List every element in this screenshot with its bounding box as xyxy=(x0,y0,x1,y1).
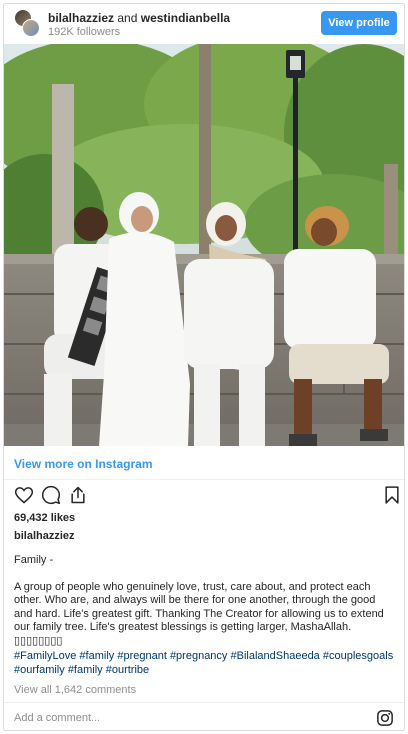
hashtag-link[interactable]: #pregnant xyxy=(117,650,167,662)
view-profile-button[interactable]: View profile xyxy=(321,11,397,35)
heart-icon[interactable] xyxy=(14,485,34,505)
hashtag-link[interactable]: #ourtribe xyxy=(106,664,149,676)
instagram-icon[interactable] xyxy=(376,709,394,727)
author-username-2[interactable]: westindianbella xyxy=(141,11,230,25)
post-photo[interactable] xyxy=(4,44,404,446)
bookmark-icon[interactable] xyxy=(382,485,402,505)
comment-icon[interactable] xyxy=(41,485,61,505)
action-bar xyxy=(4,482,404,508)
instagram-embed-card: bilalhazziez and westindianbella 192K fo… xyxy=(3,3,405,731)
avatar[interactable] xyxy=(14,9,40,39)
hashtag-list: #FamilyLove #family #pregnant #pregnancy… xyxy=(14,650,396,677)
post-authors: bilalhazziez and westindianbella xyxy=(48,11,230,25)
view-more-link[interactable]: View more on Instagram xyxy=(14,457,153,471)
avatar-user2[interactable] xyxy=(22,19,40,37)
view-all-comments-link[interactable]: View all 1,642 comments xyxy=(14,684,136,696)
post-caption: Family - A group of people who genuinely… xyxy=(14,554,396,648)
like-count[interactable]: 69,432 likes xyxy=(14,512,75,524)
add-comment-input[interactable] xyxy=(14,709,354,727)
hashtag-link[interactable]: #couplesgoals xyxy=(323,650,393,662)
hashtag-link[interactable]: #family xyxy=(68,664,103,676)
follower-count: 192K followers xyxy=(48,26,121,38)
hashtag-link[interactable]: #pregnancy xyxy=(170,650,228,662)
hashtag-link[interactable]: #ourfamily xyxy=(14,664,65,676)
hashtag-link[interactable]: #family xyxy=(79,650,114,662)
view-more-bar: View more on Instagram xyxy=(4,446,404,480)
author-conjunction: and xyxy=(117,11,138,25)
author-username-1[interactable]: bilalhazziez xyxy=(48,11,114,25)
post-header: bilalhazziez and westindianbella 192K fo… xyxy=(4,4,404,44)
post-owner-username[interactable]: bilalhazziez xyxy=(14,530,75,542)
hashtag-link[interactable]: #BilalandShaeeda xyxy=(231,650,320,662)
family-photo-image[interactable] xyxy=(4,44,404,446)
comment-bar xyxy=(4,702,404,730)
caption-body: A group of people who genuinely love, tr… xyxy=(14,580,384,647)
caption-title: Family - xyxy=(14,554,54,566)
share-icon[interactable] xyxy=(68,485,88,505)
hashtag-link[interactable]: #FamilyLove xyxy=(14,650,76,662)
